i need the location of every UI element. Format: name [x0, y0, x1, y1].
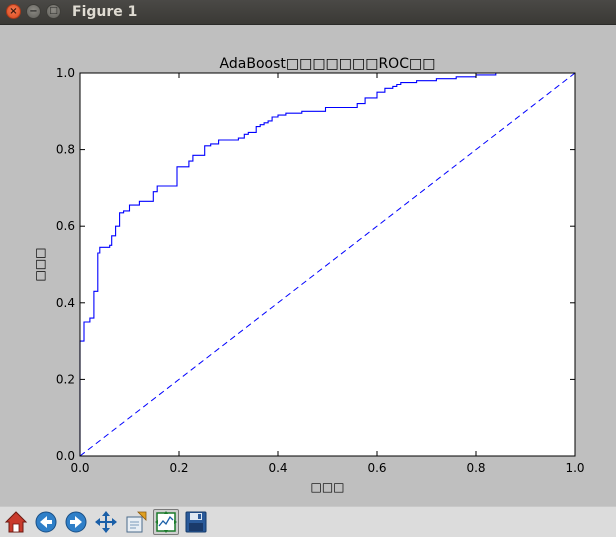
forward-button[interactable]	[63, 509, 89, 535]
configure-subplots-button[interactable]	[153, 509, 179, 535]
window-title: Figure 1	[72, 4, 138, 20]
roc-chart: 0.0 0.2 0.4 0.6 0.8 1.0 0.0 0.2 0.4 0.6 0.8 1.0 AdaB…	[33, 56, 585, 494]
x-tick-label: 0.4	[268, 461, 287, 475]
x-axis-label: □□□	[310, 480, 344, 494]
minimize-icon: −	[29, 5, 38, 17]
y-tick-label: 1.0	[56, 66, 75, 80]
pan-button[interactable]	[93, 509, 119, 535]
zoom-icon	[126, 511, 147, 533]
pan-icon	[95, 511, 117, 533]
forward-icon	[65, 511, 87, 533]
y-tick-label: 0.6	[56, 219, 75, 233]
close-icon: ×	[9, 5, 18, 17]
home-button[interactable]	[3, 509, 29, 535]
chart-title: AdaBoost□□□□□□□ROC□□	[220, 56, 436, 72]
save-button[interactable]	[183, 509, 209, 535]
close-button[interactable]: ×	[6, 4, 21, 19]
home-icon	[4, 511, 28, 533]
y-tick-label: 0.4	[56, 296, 75, 310]
figure-window: × − □ Figure 1 0.0 0.2 0.4 0.6 0.8 1.0 0.0 0.2 0…	[0, 0, 616, 537]
navigation-toolbar	[0, 506, 616, 537]
save-icon	[185, 511, 207, 533]
y-tick-label: 0.2	[56, 372, 75, 386]
configure-subplots-icon	[155, 511, 177, 533]
x-tick-label: 0.6	[367, 461, 386, 475]
figure-canvas[interactable]: 0.0 0.2 0.4 0.6 0.8 1.0 0.0 0.2 0.4 0.6 0.8 1.0 AdaB…	[0, 25, 616, 506]
maximize-icon: □	[49, 6, 58, 16]
title-bar: × − □ Figure 1	[0, 0, 616, 25]
x-tick-label: 1.0	[565, 461, 584, 475]
maximize-button[interactable]: □	[46, 4, 61, 19]
x-tick-label: 0.8	[466, 461, 485, 475]
x-tick-label: 0.2	[169, 461, 188, 475]
back-button[interactable]	[33, 509, 59, 535]
back-icon	[35, 511, 57, 533]
zoom-button[interactable]	[123, 509, 149, 535]
x-tick-label: 0.0	[70, 461, 89, 475]
minimize-button[interactable]: −	[26, 4, 41, 19]
y-axis-label: □□□	[33, 247, 47, 281]
y-tick-label: 0.0	[56, 449, 75, 463]
y-tick-label: 0.8	[56, 143, 75, 157]
